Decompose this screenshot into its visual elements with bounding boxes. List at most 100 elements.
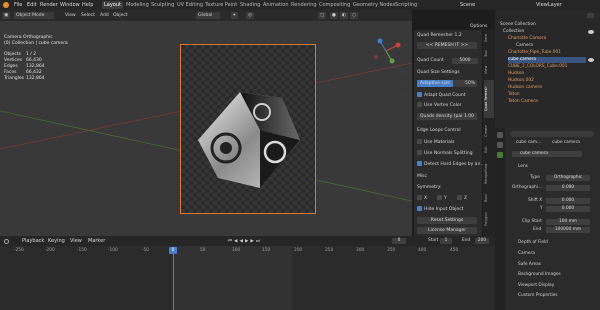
tab-sculpting[interactable]: Sculpting bbox=[149, 1, 176, 9]
tab-uv-editing[interactable]: UV Editing bbox=[175, 1, 205, 9]
use-vertex-color-toggle[interactable]: Use Vertex Color bbox=[417, 102, 461, 109]
menu-select[interactable]: Select bbox=[81, 12, 95, 19]
editor-type-button[interactable]: ▣ bbox=[2, 12, 11, 19]
tab-animation[interactable]: Animation bbox=[261, 1, 291, 9]
render-properties-icon[interactable] bbox=[497, 132, 503, 138]
tab-polygon[interactable]: Polygon bbox=[484, 208, 494, 230]
object-data-camera-icon[interactable] bbox=[497, 152, 503, 158]
menu-playback[interactable]: Playback bbox=[22, 237, 44, 245]
tab-edit[interactable]: Edit bbox=[484, 144, 494, 156]
shading-solid-icon[interactable]: ● bbox=[330, 12, 338, 19]
tab-shading[interactable]: Shading bbox=[238, 1, 262, 9]
adapt-quad-count-toggle[interactable]: Adapt Quad Count bbox=[417, 92, 465, 99]
outliner-filter-icon[interactable] bbox=[587, 13, 594, 18]
tab-bool[interactable]: Bool bbox=[484, 192, 494, 204]
lens-type-dropdown[interactable]: Orthographic bbox=[546, 175, 590, 181]
symmetry-z-toggle[interactable]: Z bbox=[457, 195, 467, 202]
blender-logo-icon[interactable] bbox=[3, 2, 9, 8]
tab-compositing[interactable]: Compositing bbox=[317, 1, 352, 9]
tab-quad-remesh[interactable]: Quad Remesh bbox=[484, 80, 494, 118]
ortho-scale-field[interactable]: 0.090 bbox=[546, 185, 590, 191]
visibility-eye-icon[interactable] bbox=[588, 30, 594, 34]
tab-item[interactable]: Item bbox=[484, 32, 494, 44]
menu-render[interactable]: Render bbox=[40, 1, 58, 9]
outliner-item[interactable]: CUBE_2_COLORS_Cube.001 bbox=[508, 64, 567, 70]
menu-object[interactable]: Object bbox=[113, 12, 128, 19]
outliner-item[interactable]: Hudson bbox=[508, 71, 524, 77]
outliner-item[interactable]: Charlotte_Pipe_Tube.001 bbox=[508, 50, 561, 56]
license-manager-button[interactable]: License Manager bbox=[417, 227, 477, 234]
outliner-item[interactable]: Hudson camera bbox=[508, 85, 542, 91]
remesh-button[interactable]: << REMESH IT >> bbox=[417, 42, 477, 49]
properties-search-field[interactable] bbox=[510, 131, 594, 137]
shading-rendered-icon[interactable]: ○ bbox=[350, 12, 358, 19]
use-materials-toggle[interactable]: Use Materials bbox=[417, 139, 454, 146]
tab-view[interactable]: View bbox=[484, 64, 494, 76]
outliner-item[interactable]: Camera bbox=[516, 43, 533, 49]
outliner-item[interactable]: Charlotte Camera bbox=[508, 36, 546, 42]
end-frame-field[interactable]: 200 bbox=[475, 238, 489, 244]
outliner-item[interactable]: Collection bbox=[503, 29, 524, 35]
camera-data-field[interactable]: cube camera bbox=[512, 151, 582, 157]
viewport-display-section[interactable]: Viewport Display bbox=[518, 283, 554, 289]
transform-orientation-dropdown[interactable]: Global bbox=[196, 12, 220, 19]
tab-create[interactable]: Create bbox=[484, 122, 494, 140]
depth-of-field-section[interactable]: Depth of Field bbox=[518, 240, 548, 246]
tab-modeling[interactable]: Modeling bbox=[124, 1, 151, 9]
safe-areas-section[interactable]: Safe Areas bbox=[518, 262, 541, 268]
symmetry-y-toggle[interactable]: Y bbox=[437, 195, 447, 202]
clock-icon[interactable] bbox=[4, 239, 9, 244]
reset-settings-button[interactable]: Reset Settings bbox=[417, 217, 477, 224]
snap-icon[interactable]: ⌖ bbox=[231, 12, 238, 19]
hand-icon[interactable] bbox=[399, 80, 407, 88]
custom-properties-section[interactable]: Custom Properties bbox=[518, 293, 558, 299]
lens-section[interactable]: Lens bbox=[518, 164, 528, 170]
current-frame-field[interactable]: 0 bbox=[392, 238, 406, 244]
playback-controls[interactable]: ⏮◀◀▶▶⏭ bbox=[228, 238, 272, 244]
menu-add[interactable]: Add bbox=[100, 12, 109, 19]
symmetry-x-toggle[interactable]: X bbox=[417, 195, 427, 202]
options-dropdown[interactable]: Options bbox=[470, 23, 487, 30]
start-frame-field[interactable]: 1 bbox=[440, 238, 452, 244]
hide-input-toggle[interactable]: Hide Input Object bbox=[417, 206, 463, 213]
outliner-item[interactable]: Hudson.002 bbox=[508, 78, 534, 84]
outliner-scene-collection[interactable]: Scene Collection bbox=[500, 22, 536, 28]
menu-keying[interactable]: Keying bbox=[48, 237, 65, 245]
shift-x-field[interactable]: 0.000 bbox=[546, 198, 590, 204]
visibility-eye-icon[interactable] bbox=[588, 58, 594, 62]
menu-edit[interactable]: Edit bbox=[27, 1, 37, 9]
shift-y-field[interactable]: 0.000 bbox=[546, 206, 590, 212]
menu-marker[interactable]: Marker bbox=[88, 237, 105, 245]
tab-tool[interactable]: Tool bbox=[484, 48, 494, 60]
menu-window[interactable]: Window bbox=[60, 1, 80, 9]
menu-view-timeline[interactable]: View bbox=[70, 237, 82, 245]
tab-texture-paint[interactable]: Texture Paint bbox=[203, 1, 239, 9]
quad-count-field[interactable]: 5000 bbox=[452, 58, 478, 64]
proportional-edit-icon[interactable]: ◎ bbox=[246, 12, 254, 19]
use-normals-toggle[interactable]: Use Normals Splitting bbox=[417, 150, 473, 157]
clip-end-field[interactable]: 100000 mm bbox=[546, 227, 590, 233]
output-properties-icon[interactable] bbox=[497, 142, 503, 148]
mode-dropdown[interactable]: Object Mode bbox=[14, 12, 54, 19]
zoom-icon[interactable] bbox=[399, 70, 407, 78]
xray-icon[interactable]: ▢ bbox=[318, 12, 327, 19]
menu-file[interactable]: File bbox=[14, 1, 22, 9]
background-images-section[interactable]: Background Images bbox=[518, 272, 561, 278]
tab-geometry-nodes[interactable]: Geometry Nodes bbox=[351, 1, 397, 9]
camera-view-icon[interactable] bbox=[399, 90, 407, 98]
tab-scripting[interactable]: Scripting bbox=[393, 1, 419, 9]
camera-section[interactable]: Camera bbox=[518, 251, 535, 257]
outliner-item[interactable]: Teton Camera bbox=[508, 99, 538, 105]
tab-layout[interactable]: Layout bbox=[102, 1, 123, 9]
tab-retopoflow[interactable]: RetopoFlow bbox=[484, 160, 494, 188]
scene-selector[interactable]: Scene bbox=[460, 1, 475, 9]
clip-start-field[interactable]: 100 mm bbox=[546, 219, 590, 225]
cube-object[interactable] bbox=[190, 70, 310, 200]
navigation-gizmo[interactable] bbox=[372, 35, 404, 67]
shading-material-icon[interactable]: ◐ bbox=[340, 12, 348, 19]
detect-hard-edges-toggle[interactable]: Detect Hard Edges by an... bbox=[417, 161, 485, 168]
outliner-item[interactable]: cube camera bbox=[508, 57, 586, 63]
outliner-item[interactable]: Teton bbox=[508, 92, 520, 98]
menu-help[interactable]: Help bbox=[82, 1, 93, 9]
tab-rendering[interactable]: Rendering bbox=[289, 1, 319, 9]
